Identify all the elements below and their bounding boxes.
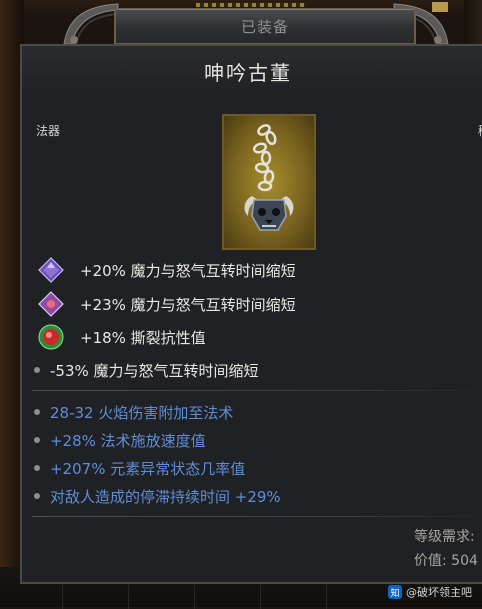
affix-text: +18% 撕裂抗性值 bbox=[80, 328, 206, 347]
item-tooltip-panel: 呻吟古董 法器 稀 bbox=[20, 44, 482, 584]
bullet-icon bbox=[34, 465, 40, 471]
affix-text: +28% 法术施放速度值 bbox=[50, 431, 206, 450]
item-name: 呻吟古董 bbox=[204, 60, 292, 85]
divider bbox=[32, 390, 482, 391]
magic-affix-row: 对敌人造成的停滞持续时间 +29% bbox=[22, 480, 281, 512]
bullet-icon bbox=[34, 367, 40, 373]
equipped-tab[interactable]: 已装备 bbox=[114, 3, 416, 45]
affix-text: 对敌人造成的停滞持续时间 +29% bbox=[50, 487, 281, 506]
red-green-gem-icon bbox=[38, 324, 64, 350]
bullet-icon bbox=[34, 493, 40, 499]
affix-text: -53% 魔力与怒气互转时间缩短 bbox=[50, 361, 259, 380]
affix-row-2: +23% 魔力与怒气互转时间缩短 bbox=[22, 288, 296, 320]
affix-text: +20% 魔力与怒气互转时间缩短 bbox=[80, 261, 296, 280]
item-image[interactable] bbox=[222, 114, 316, 250]
item-rarity-label: 稀 bbox=[478, 122, 482, 139]
innate-affix-row: -53% 魔力与怒气互转时间缩短 bbox=[22, 354, 259, 386]
ornate-corner-left-icon bbox=[63, 3, 119, 45]
tab-gold-trim bbox=[196, 3, 306, 7]
purple-gem-icon bbox=[38, 257, 64, 283]
level-requirement: 等级需求: bbox=[414, 529, 475, 545]
affix-text: +23% 魔力与怒气互转时间缩短 bbox=[80, 295, 296, 314]
affix-text: 28-32 火焰伤害附加至法术 bbox=[50, 403, 234, 422]
affix-text: +207% 元素异常状态几率值 bbox=[50, 459, 246, 478]
equipped-label: 已装备 bbox=[240, 17, 289, 36]
bullet-icon bbox=[34, 409, 40, 415]
item-value: 价值: 504 bbox=[414, 553, 478, 569]
divider bbox=[32, 516, 482, 517]
watermark: 知 @破坏领主吧 bbox=[388, 582, 472, 602]
purple-red-gem-icon bbox=[38, 291, 64, 317]
bullet-icon bbox=[34, 437, 40, 443]
item-type-label: 法器 bbox=[36, 124, 61, 138]
affix-row-3: +18% 撕裂抗性值 bbox=[22, 321, 206, 353]
watermark-text: @破坏领主吧 bbox=[406, 586, 472, 599]
affix-row-1: +20% 魔力与怒气互转时间缩短 bbox=[22, 254, 296, 286]
item-title-bar: 呻吟古董 bbox=[22, 46, 482, 96]
zhihu-logo-icon: 知 bbox=[388, 585, 402, 599]
skull-chain-totem-icon bbox=[244, 124, 294, 231]
